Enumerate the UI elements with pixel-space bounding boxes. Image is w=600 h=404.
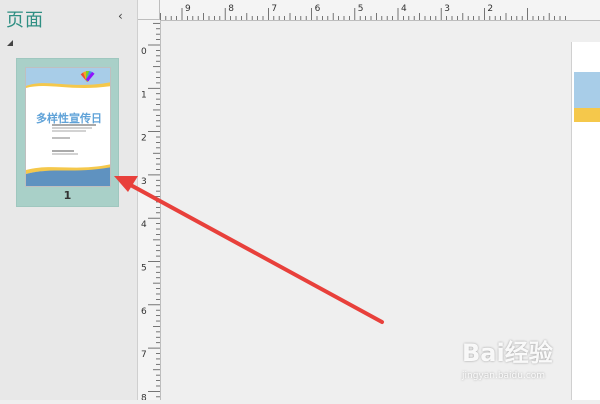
- watermark-brand: Bai经验: [462, 339, 553, 367]
- watermark-url: jingyan.baidu.com: [462, 371, 546, 381]
- baidu-jingyan-watermark: Bai经验 jingyan.baidu.com: [462, 333, 592, 385]
